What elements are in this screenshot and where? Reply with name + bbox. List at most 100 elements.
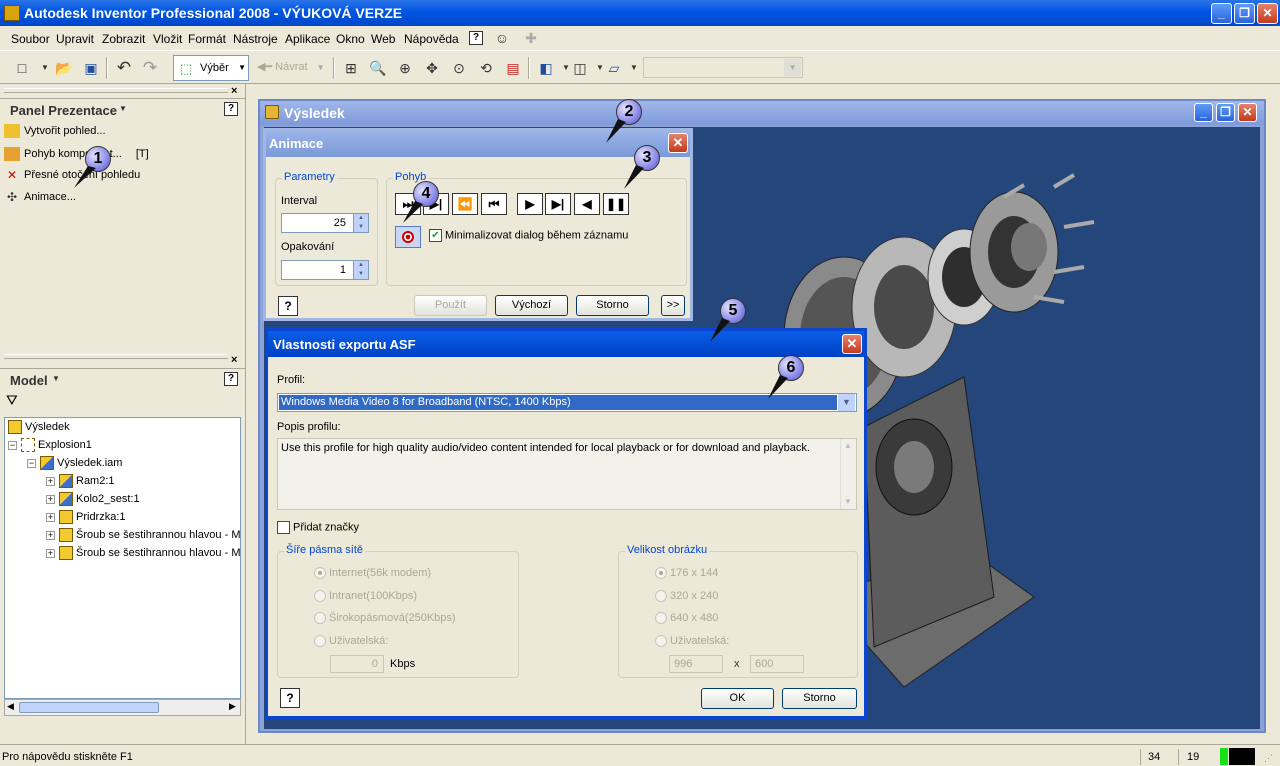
record-button[interactable] [395,226,421,248]
repeat-spinner[interactable]: 1 ▲ ▼ [281,260,369,280]
back-button[interactable]: ◀━ Návrat ▼ [257,60,325,73]
expand-icon[interactable]: + [46,494,55,504]
scroll-thumb[interactable] [19,702,159,713]
menu-aplikace[interactable]: Aplikace [285,32,330,46]
scroll-down-icon[interactable]: ▼ [844,497,852,506]
bw-radio-intranet[interactable]: Intranet(100Kbps) [314,590,417,603]
open-icon[interactable]: 📂 [54,58,74,78]
expand-icon[interactable]: + [46,530,55,540]
collapse-icon[interactable]: − [8,440,17,450]
menu-vlozit[interactable]: Vložit [153,32,182,46]
tree-hscrollbar[interactable]: ◀ ▶ [4,699,241,716]
asf-close-button[interactable]: ✕ [842,334,862,354]
shaded-display-icon[interactable]: ◧ [536,58,556,78]
menu-nastroje[interactable]: Nástroje [233,32,278,46]
close-panel-icon[interactable]: × [231,85,237,97]
default-button[interactable]: Výchozí [495,295,568,316]
bw-radio-broadband[interactable]: Širokopásmová(250Kbps) [314,612,456,625]
rotate-icon[interactable]: ⟲ [476,58,496,78]
apply-button[interactable]: Použít [414,295,487,316]
play-reverse-all-icon[interactable]: ⏮ [481,193,507,215]
new-icon[interactable]: □ [12,58,32,78]
custom-height-input[interactable]: 600 [750,655,804,673]
ok-button[interactable]: OK [701,688,774,709]
tweak-components-item[interactable]: Pohyb komponent... [T] [4,147,149,167]
pan-icon[interactable]: ✥ [422,58,442,78]
bw-radio-internet[interactable]: Internet(56k modem) [314,567,431,580]
spinner-arrows-icon[interactable]: ▲ ▼ [353,261,368,279]
asf-cancel-button[interactable]: Storno [782,688,857,709]
ground-shadow-icon[interactable]: ▱ [604,58,624,78]
help-icon[interactable]: ? [469,31,483,45]
animation-help-icon[interactable]: ? [278,296,298,316]
new-dropdown-icon[interactable]: ▼ [35,58,55,78]
play-forward-icon[interactable]: ▶ [517,193,543,215]
zoom-all-icon[interactable]: ⊞ [341,58,361,78]
scroll-right-icon[interactable]: ▶ [229,701,236,712]
minimize-during-record-checkbox[interactable]: ✔ Minimalizovat dialog během záznamu [429,229,628,242]
panel-dropdown-icon[interactable]: ▼ [119,104,127,113]
tree-item-pridrzka[interactable]: + Pridrzka:1 [46,508,126,526]
save-icon[interactable]: ▣ [81,58,101,78]
expand-icon[interactable]: + [46,512,55,522]
asf-help-icon[interactable]: ? [280,688,300,708]
maximize-button[interactable]: ❐ [1234,3,1255,24]
menu-format[interactable]: Formát [188,32,226,46]
collapse-icon[interactable]: − [27,458,36,468]
custom-width-input[interactable]: 996 [669,655,723,673]
scroll-left-icon[interactable]: ◀ [7,701,14,712]
expand-icon[interactable]: + [46,548,55,558]
model-dropdown-icon[interactable]: ▼ [52,374,60,383]
create-view-item[interactable]: Vytvořit pohled... [4,124,106,144]
profile-dropdown-icon[interactable]: ▼ [838,394,855,411]
bw-radio-custom[interactable]: Uživatelská: [314,635,388,648]
undo-icon[interactable]: ↶ [114,58,134,78]
size-radio-custom[interactable]: Uživatelská: [655,635,729,648]
tree-item-ram2[interactable]: + Ram2:1 [46,472,115,490]
menu-okno[interactable]: Okno [336,32,365,46]
panel-header[interactable]: Panel Prezentace ▼ ? [0,98,245,118]
tree-item-explosion1[interactable]: − Explosion1 [8,436,92,454]
add-icon[interactable]: ✚ [521,28,541,48]
tree-item-bolt-1[interactable]: + Šroub se šestihrannou hlavou - M [46,526,240,544]
step-end-icon[interactable]: ▶| [545,193,571,215]
scroll-up-icon[interactable]: ▲ [844,441,852,450]
select-dropdown-icon[interactable]: ▼ [238,63,246,72]
more-button[interactable]: >> [661,295,685,316]
animate-item[interactable]: ✣ Animace... [4,190,76,210]
add-marks-checkbox[interactable]: Přidat značky [277,521,359,534]
size-radio-320[interactable]: 320 x 240 [655,590,718,603]
menu-zobrazit[interactable]: Zobrazit [102,32,145,46]
animation-cancel-button[interactable]: Storno [576,295,649,316]
menu-web[interactable]: Web [371,32,395,46]
tree-item-assembly[interactable]: − Výsledek.iam [27,454,122,472]
model-help-icon[interactable]: ? [224,372,238,386]
doc-close-button[interactable]: ✕ [1238,103,1257,122]
select-button[interactable]: ⬚ Výběr ▼ [173,55,249,81]
pause-icon[interactable]: ❚❚ [603,193,629,215]
spinner-arrows-icon[interactable]: ▲ ▼ [353,214,368,232]
whats-this-icon[interactable]: ☺ [492,28,512,48]
close-button[interactable]: ✕ [1257,3,1278,24]
menu-napoveda[interactable]: Nápověda [404,32,459,46]
zoom-selected-icon[interactable]: ⊙ [449,58,469,78]
description-scrollbar[interactable]: ▲ ▼ [840,439,856,509]
camera-icon[interactable]: ◫ [570,58,590,78]
play-reverse-icon[interactable]: ◀ [574,193,600,215]
custom-bandwidth-input[interactable]: 0 [330,655,384,673]
close-model-icon[interactable]: × [231,354,237,366]
zoom-window-icon[interactable]: 🔍 [368,58,388,78]
size-radio-640[interactable]: 640 x 480 [655,612,718,625]
redo-icon[interactable]: ↷ [140,58,160,78]
tree-item-kolo2[interactable]: + Kolo2_sest:1 [46,490,140,508]
animation-close-button[interactable]: ✕ [668,133,688,153]
menu-soubor[interactable]: Soubor [11,32,50,46]
panel-help-icon[interactable]: ? [224,102,238,116]
size-radio-176[interactable]: 176 x 144 [655,567,718,580]
shadow-dropdown-icon[interactable]: ▼ [624,58,644,78]
doc-minimize-button[interactable]: _ [1194,103,1213,122]
doc-maximize-button[interactable]: ❐ [1216,103,1235,122]
interval-spinner[interactable]: 25 ▲ ▼ [281,213,369,233]
menu-upravit[interactable]: Upravit [56,32,94,46]
tree-item-bolt-2[interactable]: + Šroub se šestihrannou hlavou - M [46,544,240,562]
